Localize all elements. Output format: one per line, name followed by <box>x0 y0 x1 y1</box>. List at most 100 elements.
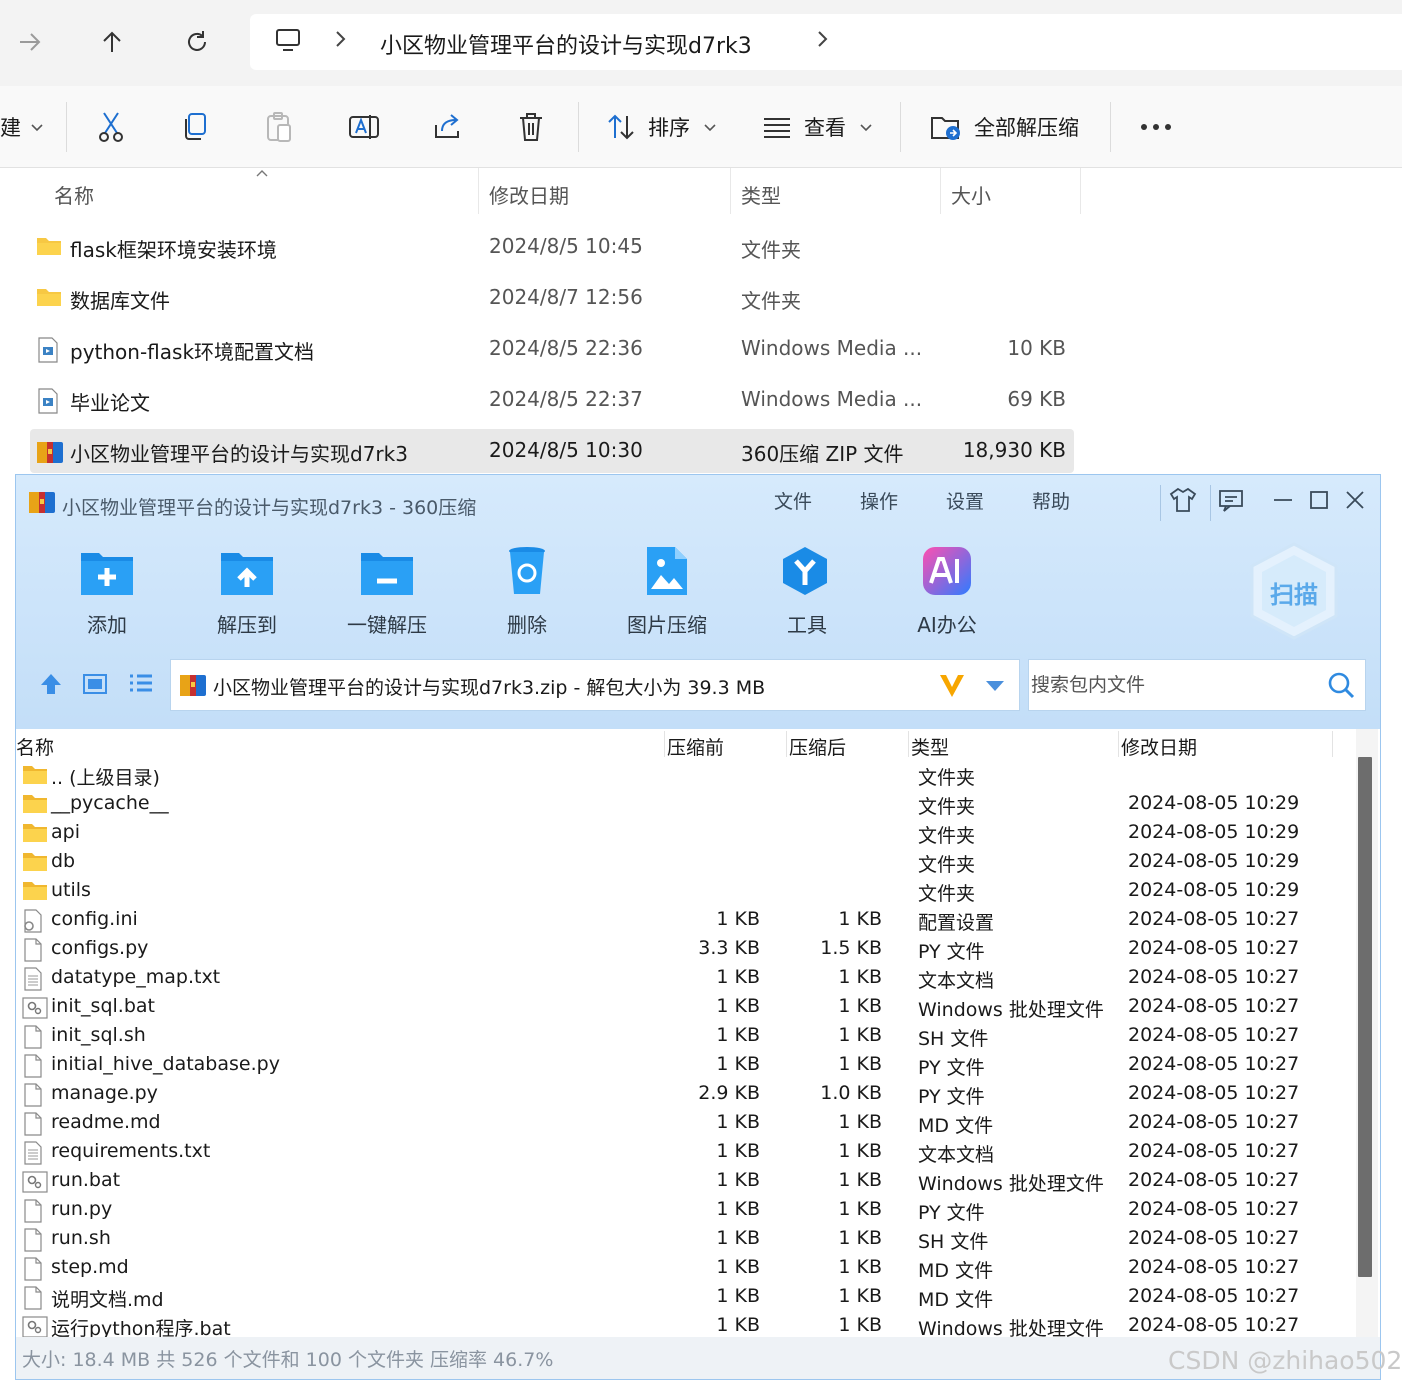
column-divider[interactable] <box>1118 731 1119 757</box>
zip-list-row[interactable]: init_sql.bat 1 KB 1 KB Windows 批处理文件 2024-08… <box>16 993 1356 1022</box>
extract-to-label: 解压到 <box>217 613 277 637</box>
search-icon[interactable] <box>1327 671 1355 699</box>
scrollbar-thumb[interactable] <box>1358 757 1372 1277</box>
zip-list-row[interactable]: manage.py 2.9 KB 1.0 KB PY 文件 2024-08-05 10:… <box>16 1080 1356 1109</box>
zip-list-row[interactable]: run.py 1 KB 1 KB PY 文件 2024-08-05 10:27 <box>16 1196 1356 1225</box>
address-bar[interactable]: 小区物业管理平台的设计与实现d7rk3 <box>250 14 1402 70</box>
zcol-name[interactable]: 名称 <box>16 733 54 760</box>
one-click-extract-button[interactable]: 一键解压 <box>332 545 442 637</box>
column-divider[interactable] <box>908 731 909 757</box>
extract-all-button[interactable]: 全部解压缩 <box>930 106 1079 148</box>
zip-list-row[interactable]: run.sh 1 KB 1 KB SH 文件 2024-08-05 10:27 <box>16 1225 1356 1254</box>
thumbnail-view-button[interactable] <box>82 671 108 701</box>
zip-delete-button[interactable]: 删除 <box>472 545 582 637</box>
delete-button[interactable] <box>516 106 546 148</box>
column-divider[interactable] <box>478 168 479 214</box>
menu-file[interactable]: 文件 <box>774 487 812 514</box>
zip-list-row[interactable]: 说明文档.md 1 KB 1 KB MD 文件 2024-08-05 10:27 <box>16 1283 1356 1312</box>
zcol-before[interactable]: 压缩前 <box>667 733 724 760</box>
zip-file-name: api <box>51 821 80 843</box>
zip-size-after: 1.0 KB <box>820 1082 882 1104</box>
zip-list-row[interactable]: config.ini 1 KB 1 KB 配置设置 2024-08-05 10:27 <box>16 906 1356 935</box>
vertical-scrollbar[interactable] <box>1356 729 1378 1337</box>
column-name[interactable]: 名称 <box>54 180 94 209</box>
cut-button[interactable] <box>96 106 126 148</box>
more-options-button[interactable] <box>1140 106 1172 148</box>
extract-to-button[interactable]: 解压到 <box>192 545 302 637</box>
menu-settings[interactable]: 设置 <box>946 487 984 514</box>
explorer-row[interactable]: 毕业论文 2024/8/5 22:37 Windows Media ... 69… <box>30 378 1074 422</box>
copy-button[interactable] <box>180 106 210 148</box>
column-divider[interactable] <box>730 168 731 214</box>
maximize-button[interactable] <box>1302 485 1336 515</box>
share-button[interactable] <box>432 106 464 148</box>
zip-size-before: 1 KB <box>716 1285 760 1307</box>
zip-list-row[interactable]: readme.md 1 KB 1 KB MD 文件 2024-08-05 10:27 <box>16 1109 1356 1138</box>
blank-file-icon <box>22 1025 44 1053</box>
blank-file-icon <box>22 1286 44 1314</box>
column-type[interactable]: 类型 <box>741 180 781 209</box>
menu-help[interactable]: 帮助 <box>1032 487 1070 514</box>
zip-path-field[interactable]: 小区物业管理平台的设计与实现d7rk3.zip - 解包大小为 39.3 MB <box>170 659 1020 711</box>
zip-list-row[interactable]: run.bat 1 KB 1 KB Windows 批处理文件 2024-08-05 1… <box>16 1167 1356 1196</box>
dropdown-arrow-icon[interactable] <box>985 679 1005 693</box>
minimize-button[interactable] <box>1266 485 1300 515</box>
column-divider[interactable] <box>786 731 787 757</box>
zip-list-row[interactable]: requirements.txt 1 KB 1 KB 文本文档 2024-08-05 1… <box>16 1138 1356 1167</box>
zip-list-row[interactable]: db 文件夹 2024-08-05 10:29 <box>16 848 1356 877</box>
zip-list-row[interactable]: initial_hive_database.py 1 KB 1 KB PY 文件 202… <box>16 1051 1356 1080</box>
ai-office-button[interactable]: AI办公 <box>892 545 1002 637</box>
explorer-row[interactable]: 数据库文件 2024/8/7 12:56 文件夹 <box>30 276 1074 320</box>
refresh-button[interactable] <box>177 22 217 62</box>
menu-operation[interactable]: 操作 <box>860 487 898 514</box>
zcol-after[interactable]: 压缩后 <box>789 733 846 760</box>
blank-file-icon <box>22 1228 44 1256</box>
image-compress-button[interactable]: 图片压缩 <box>612 545 722 637</box>
zip-list-row[interactable]: datatype_map.txt 1 KB 1 KB 文本文档 2024-08-05 1… <box>16 964 1356 993</box>
column-divider[interactable] <box>1080 168 1081 214</box>
paste-button[interactable] <box>264 106 294 148</box>
status-text: 大小: 18.4 MB 共 526 个文件和 100 个文件夹 压缩率 46.7… <box>22 1349 554 1371</box>
zip-list-row[interactable]: api 文件夹 2024-08-05 10:29 <box>16 819 1356 848</box>
scan-button[interactable]: 扫描 <box>1248 541 1340 641</box>
column-divider[interactable] <box>1332 731 1333 757</box>
breadcrumb-current[interactable]: 小区物业管理平台的设计与实现d7rk3 <box>380 28 752 60</box>
v-badge-icon[interactable] <box>937 671 967 701</box>
column-divider[interactable] <box>664 731 665 757</box>
explorer-row-selected[interactable]: 小区物业管理平台的设计与实现d7rk3 2024/8/5 10:30 360压缩… <box>30 429 1074 473</box>
zip-list-row[interactable]: utils 文件夹 2024-08-05 10:29 <box>16 877 1356 906</box>
sort-button[interactable]: 排序 <box>606 106 718 148</box>
tools-button[interactable]: 工具 <box>752 545 862 637</box>
rename-button[interactable] <box>348 106 380 148</box>
zip-list-row[interactable]: __pycache__ 文件夹 2024-08-05 10:29 <box>16 790 1356 819</box>
file-name: 小区物业管理平台的设计与实现d7rk3 <box>70 442 408 466</box>
column-modified[interactable]: 修改日期 <box>489 180 569 209</box>
zip-search-box[interactable] <box>1028 659 1366 711</box>
add-button[interactable]: 添加 <box>52 545 162 637</box>
column-divider[interactable] <box>940 168 941 214</box>
chevron-right-icon[interactable] <box>816 28 830 56</box>
one-click-extract-label: 一键解压 <box>347 613 427 637</box>
skin-button[interactable] <box>1166 485 1200 515</box>
up-button[interactable] <box>92 22 132 62</box>
zip-list-row[interactable]: 运行python程序.bat 1 KB 1 KB Windows 批处理文件 2024-… <box>16 1312 1356 1337</box>
up-level-button[interactable] <box>38 671 64 701</box>
view-button[interactable]: 查看 <box>762 106 874 148</box>
zcol-modified[interactable]: 修改日期 <box>1121 733 1197 760</box>
feedback-button[interactable] <box>1214 485 1248 515</box>
detail-view-button[interactable] <box>128 671 154 701</box>
chevron-right-icon[interactable] <box>334 28 348 56</box>
zip-search-input[interactable] <box>1029 660 1319 710</box>
forward-button[interactable] <box>10 22 50 62</box>
explorer-row[interactable]: python-flask环境配置文档 2024/8/5 22:36 Window… <box>30 327 1074 371</box>
zcol-type[interactable]: 类型 <box>911 733 949 760</box>
zip-list-row[interactable]: .. (上级目录) 文件夹 <box>16 761 1356 790</box>
new-button[interactable]: 建 <box>0 106 45 148</box>
column-size[interactable]: 大小 <box>951 180 991 209</box>
zip-list-row[interactable]: init_sql.sh 1 KB 1 KB SH 文件 2024-08-05 10:27 <box>16 1022 1356 1051</box>
zip-list-row[interactable]: configs.py 3.3 KB 1.5 KB PY 文件 2024-08-05 10… <box>16 935 1356 964</box>
folder-icon <box>22 851 48 877</box>
explorer-row[interactable]: flask框架环境安装环境 2024/8/5 10:45 文件夹 <box>30 225 1074 269</box>
zip-list-row[interactable]: step.md 1 KB 1 KB MD 文件 2024-08-05 10:27 <box>16 1254 1356 1283</box>
close-button[interactable] <box>1338 485 1372 515</box>
